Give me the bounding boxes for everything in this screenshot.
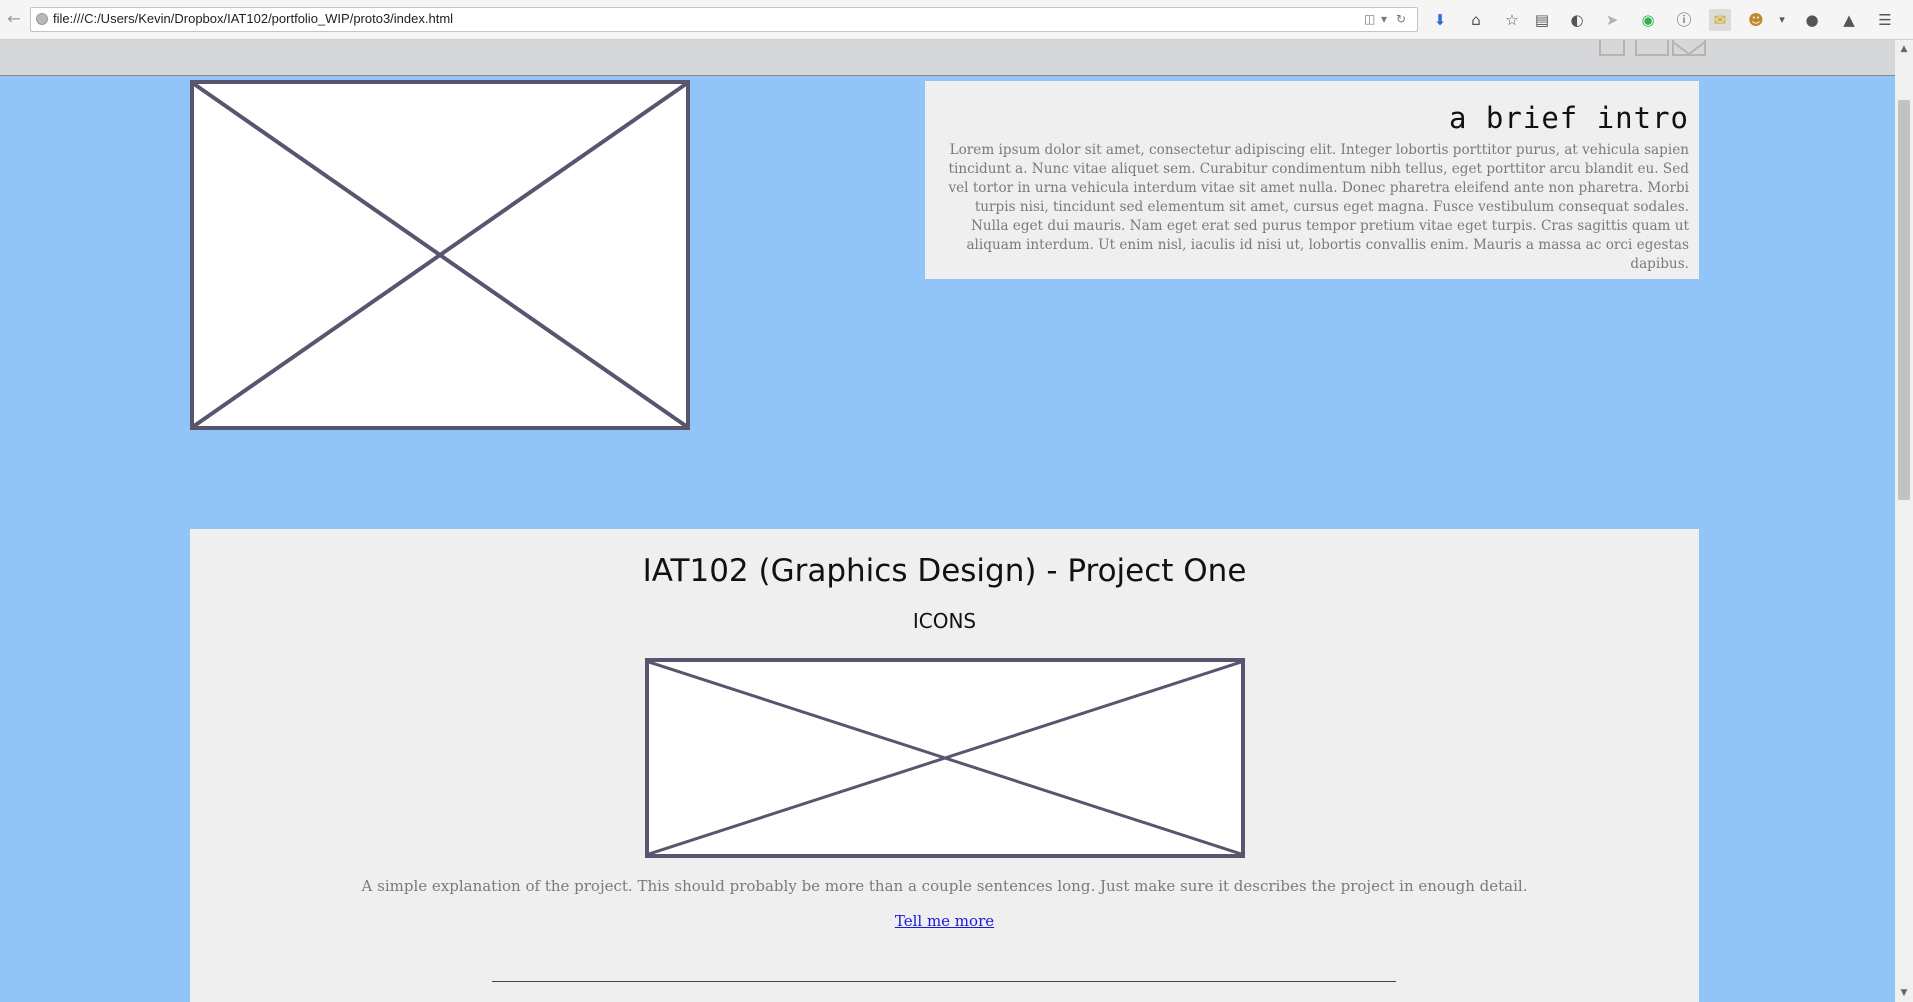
home-icon[interactable]: ⌂ — [1465, 9, 1487, 31]
info-icon[interactable]: ⓘ — [1673, 9, 1695, 31]
scrollbar-thumb[interactable] — [1898, 100, 1910, 500]
hero-image-placeholder — [190, 80, 690, 430]
home-nav-icon[interactable] — [1599, 40, 1625, 56]
menu-icon[interactable]: ☰ — [1874, 9, 1896, 31]
greasemonkey-icon[interactable]: ☻ — [1745, 9, 1767, 31]
tell-me-more-link[interactable]: Tell me more — [190, 912, 1699, 930]
scroll-down-icon[interactable]: ▼ — [1895, 984, 1913, 1002]
reader-view-icon[interactable]: ◫ — [1364, 12, 1375, 27]
reload-icon[interactable]: ↻ — [1396, 12, 1406, 27]
section-divider — [492, 981, 1396, 982]
project-title: IAT102 (Graphics Design) - Project One — [642, 553, 1247, 589]
site-header — [0, 40, 1895, 76]
bookmark-star-icon[interactable]: ☆ — [1501, 9, 1523, 31]
project-subtitle: ICONS — [912, 609, 977, 633]
back-icon[interactable]: ← — [4, 9, 24, 29]
extension-green-icon[interactable]: ◉ — [1637, 9, 1659, 31]
url-bar[interactable]: file:///C:/Users/Kevin/Dropbox/IAT102/po… — [30, 7, 1418, 32]
portfolio-nav-icon[interactable] — [1635, 40, 1669, 56]
scroll-up-icon[interactable]: ▲ — [1895, 40, 1913, 58]
lock-icon[interactable]: ▲ — [1838, 9, 1860, 31]
intro-body-text: Lorem ipsum dolor sit amet, consectetur … — [948, 142, 1689, 272]
vertical-scrollbar[interactable]: ▲ ▼ — [1895, 40, 1913, 1002]
mail-nav-icon[interactable] — [1672, 40, 1706, 56]
project-description: A simple explanation of the project. Thi… — [361, 877, 1528, 895]
intro-heading: a brief intro — [1449, 101, 1689, 135]
url-text[interactable]: file:///C:/Users/Kevin/Dropbox/IAT102/po… — [53, 11, 453, 26]
intro-card: a brief intro Lorem ipsum dolor sit amet… — [925, 81, 1699, 279]
dropdown-icon[interactable]: ▾ — [1771, 9, 1793, 31]
project-card: IAT102 (Graphics Design) - Project One I… — [190, 529, 1699, 1002]
browser-toolbar: ← file:///C:/Users/Kevin/Dropbox/IAT102/… — [0, 0, 1913, 40]
chat-icon[interactable]: ● — [1801, 9, 1823, 31]
dropdown-arrow-icon[interactable]: ▾ — [1381, 12, 1387, 27]
site-identity-icon[interactable] — [36, 13, 48, 25]
download-icon[interactable]: ⬇ — [1429, 9, 1451, 31]
library-icon[interactable]: ▤ — [1531, 9, 1553, 31]
extension-note-icon[interactable]: ✉ — [1709, 9, 1731, 31]
pocket-icon[interactable]: ◐ — [1566, 9, 1588, 31]
project-image-placeholder — [645, 658, 1245, 858]
send-icon[interactable]: ➤ — [1601, 9, 1623, 31]
